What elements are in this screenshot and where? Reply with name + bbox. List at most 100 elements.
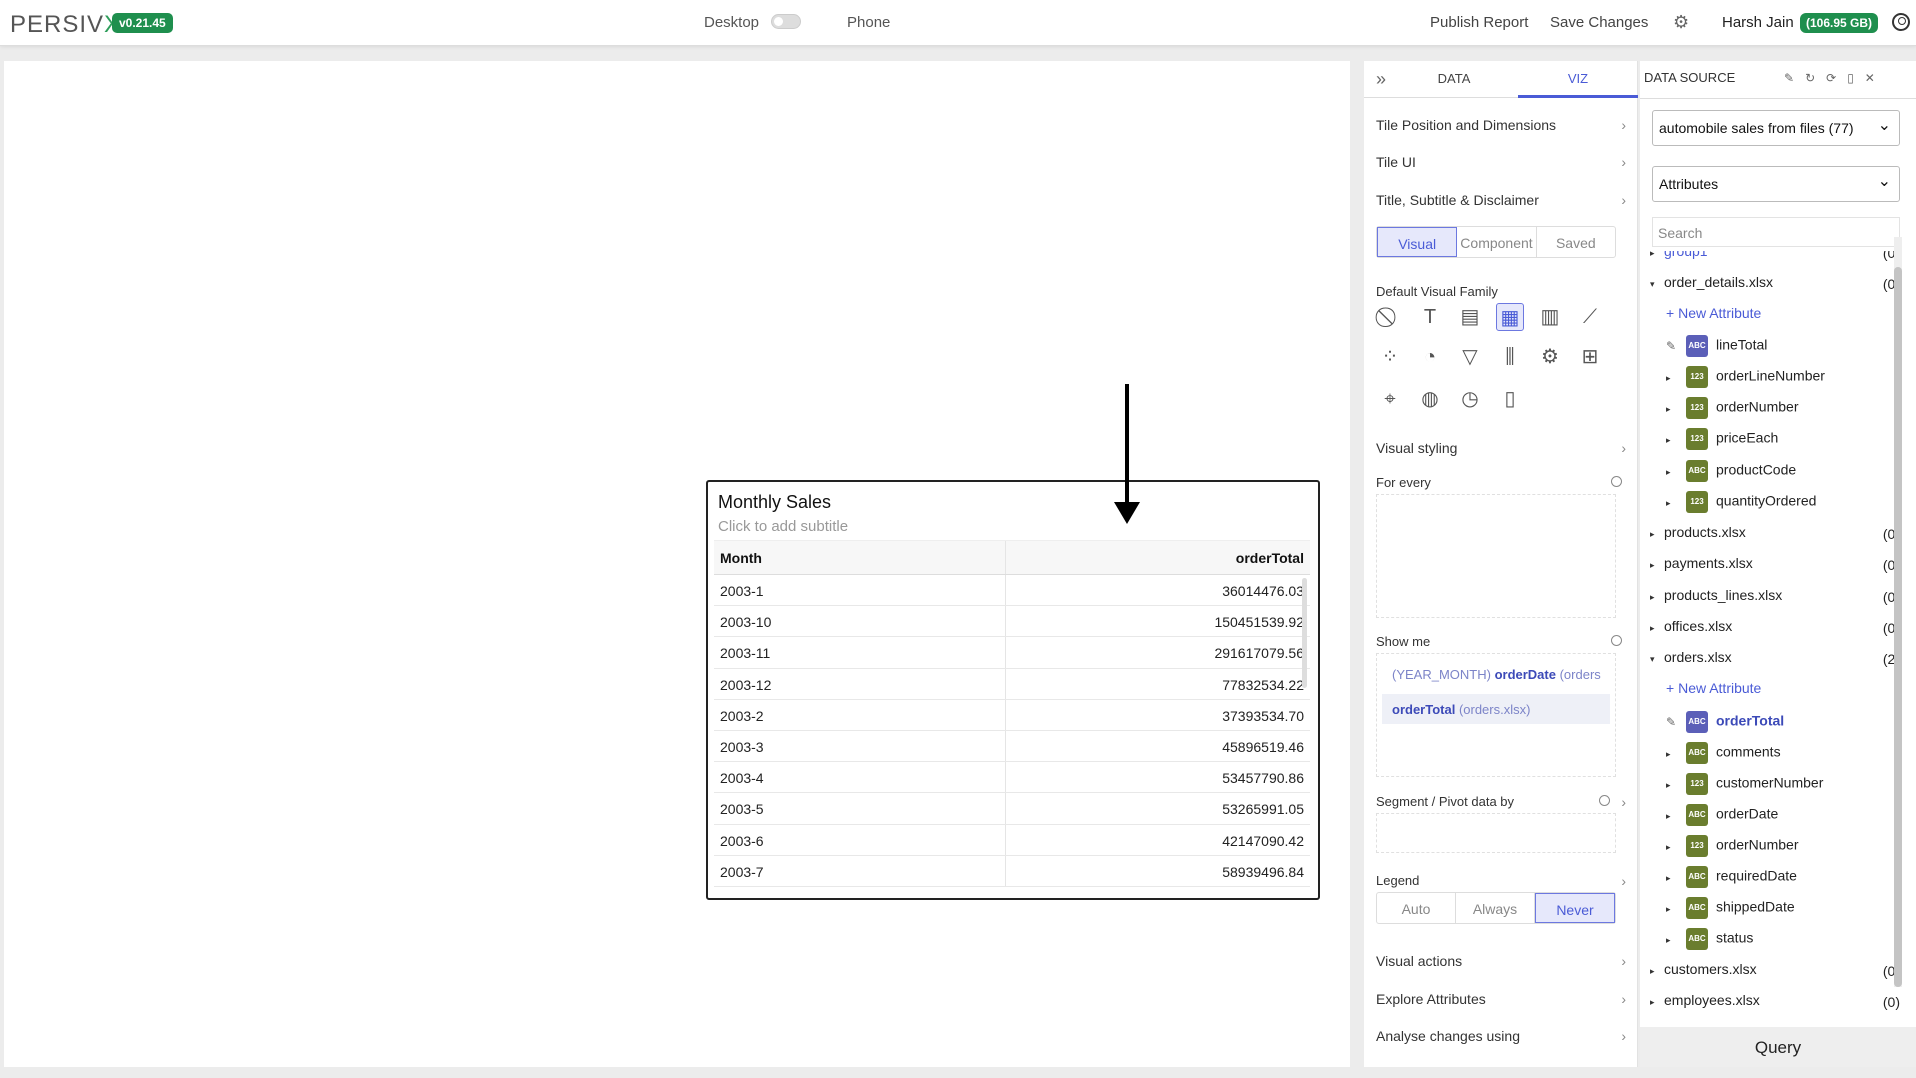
tile-ui-row[interactable]: Tile UI ›	[1376, 154, 1626, 170]
phone-mode-label[interactable]: Phone	[847, 14, 890, 31]
dashboard-grid-icon[interactable]: ⊞	[1576, 343, 1604, 371]
table-row: 2003-6 42147090.42	[714, 824, 1310, 856]
new-file-icon[interactable]: ▯	[1847, 71, 1865, 85]
attribute-customernumber[interactable]: ▸ 123 customerNumber	[1666, 773, 1900, 795]
sync-icon[interactable]: ⟳	[1826, 71, 1847, 85]
legend-never[interactable]: Never	[1535, 893, 1615, 923]
tab-data[interactable]: DATA	[1404, 61, 1504, 98]
edit-icon[interactable]: ✎	[1784, 71, 1805, 85]
attribute-search-input[interactable]: Search	[1652, 217, 1900, 247]
collapse-panel-icon[interactable]: »	[1376, 69, 1386, 90]
ordertotal-cell: 36014476.03	[1222, 583, 1304, 599]
segment-visual[interactable]: Visual	[1377, 227, 1458, 257]
settings-gear-icon[interactable]: ⚙	[1673, 12, 1689, 33]
tree-file-offices[interactable]: ▸ offices.xlsx (0)	[1650, 618, 1900, 640]
globe-icon[interactable]: ◍	[1416, 385, 1444, 413]
segment-pivot-row[interactable]: Segment / Pivot data by ›	[1376, 794, 1626, 810]
attribute-orderdate[interactable]: ▸ ABC orderDate	[1666, 804, 1900, 826]
card-visual-icon[interactable]: ▤	[1456, 303, 1484, 331]
tile-title[interactable]: Monthly Sales	[718, 492, 831, 513]
show-me-field-ordertotal[interactable]: orderTotal (orders.xlsx)	[1382, 694, 1610, 724]
segment-saved[interactable]: Saved	[1537, 227, 1615, 257]
tree-file-products[interactable]: ▸ products.xlsx (0)	[1650, 524, 1900, 546]
reset-icon[interactable]	[1611, 635, 1622, 646]
none-visual-icon[interactable]: ⃠	[1376, 303, 1404, 331]
legend-auto[interactable]: Auto	[1377, 893, 1456, 923]
refresh-icon[interactable]: ↻	[1805, 71, 1826, 85]
visual-styling-row[interactable]: Visual styling ›	[1376, 440, 1626, 456]
query-button[interactable]: Query	[1640, 1027, 1916, 1067]
ordertotal-cell: 150451539.92	[1214, 614, 1304, 631]
explore-attributes-row[interactable]: Explore Attributes ›	[1376, 991, 1626, 1007]
attribute-linetotal[interactable]: ✎ ABC lineTotal	[1666, 335, 1900, 357]
close-panel-icon[interactable]: ✕	[1865, 71, 1886, 85]
data-source-header: DATA SOURCE	[1644, 70, 1736, 85]
attribute-status[interactable]: ▸ ABC status	[1666, 928, 1900, 950]
save-changes-button[interactable]: Save Changes	[1550, 14, 1648, 31]
monthly-sales-tile[interactable]: Monthly Sales Click to add subtitle Mont…	[706, 480, 1320, 900]
month-cell: 2003-2	[714, 699, 1006, 730]
attribute-requireddate[interactable]: ▸ ABC requiredDate	[1666, 866, 1900, 888]
legend-always[interactable]: Always	[1456, 893, 1535, 923]
account-icon[interactable]	[1892, 13, 1910, 31]
reset-icon[interactable]	[1599, 795, 1610, 806]
tree-file-products-lines[interactable]: ▸ products_lines.xlsx (0)	[1650, 587, 1900, 609]
tree-file-customers[interactable]: ▸ customers.xlsx (0)	[1650, 961, 1900, 983]
segment-dropzone[interactable]	[1376, 813, 1616, 853]
pencil-icon[interactable]: ✎	[1666, 715, 1686, 729]
show-me-field-orderdate[interactable]: (YEAR_MONTH) orderDate (orders	[1382, 659, 1610, 689]
pencil-icon[interactable]: ✎	[1666, 339, 1686, 353]
table-scrollbar[interactable]	[1302, 578, 1307, 688]
analyse-changes-row[interactable]: Analyse changes using ›	[1376, 1028, 1626, 1044]
attribute-orderlinenumber[interactable]: ▸ 123 orderLineNumber	[1666, 366, 1900, 388]
column-header-month[interactable]: Month	[714, 541, 1006, 574]
scatter-chart-icon[interactable]: ⁘	[1376, 343, 1404, 371]
tile-subtitle[interactable]: Click to add subtitle	[718, 518, 848, 535]
new-attribute-link[interactable]: + New Attribute	[1666, 305, 1900, 327]
pie-chart-icon[interactable]: ◔	[1416, 343, 1444, 371]
month-cell: 2003-5	[714, 793, 1006, 824]
chevron-right-icon: ›	[1621, 794, 1626, 810]
attribute-quantityordered[interactable]: ▸ 123 quantityOrdered	[1666, 491, 1900, 513]
device-mode-toggle[interactable]	[771, 14, 801, 29]
line-chart-icon[interactable]: ⟋	[1576, 303, 1604, 331]
tree-group[interactable]: ▸ group1 (0)	[1650, 251, 1900, 265]
bar-chart-icon[interactable]: ▥	[1536, 303, 1564, 331]
chevron-right-icon: ›	[1621, 991, 1626, 1007]
tree-file-orders[interactable]: ▾ orders.xlsx (2)	[1650, 649, 1900, 671]
table-visual-icon[interactable]: ▦	[1496, 303, 1524, 331]
attribute-tree-scrollbar[interactable]	[1894, 237, 1902, 987]
attribute-shippeddate[interactable]: ▸ ABC shippedDate	[1666, 897, 1900, 919]
attribute-priceeach[interactable]: ▸ 123 priceEach	[1666, 428, 1900, 450]
attribute-productcode[interactable]: ▸ ABC productCode	[1666, 460, 1900, 482]
tile-position-row[interactable]: Tile Position and Dimensions ›	[1376, 117, 1626, 133]
publish-report-button[interactable]: Publish Report	[1430, 14, 1528, 31]
for-every-dropzone[interactable]	[1376, 494, 1616, 618]
attribute-ordernumber[interactable]: ▸ 123 orderNumber	[1666, 835, 1900, 857]
title-subtitle-row[interactable]: Title, Subtitle & Disclaimer ›	[1376, 192, 1626, 208]
column-header-ordertotal[interactable]: orderTotal	[1006, 541, 1310, 574]
tree-file-payments[interactable]: ▸ payments.xlsx (0)	[1650, 555, 1900, 577]
reset-icon[interactable]	[1611, 476, 1622, 487]
candlestick-chart-icon[interactable]: ⫼	[1496, 343, 1524, 371]
tab-viz[interactable]: VIZ	[1518, 61, 1638, 98]
tree-file-employees[interactable]: ▸ employees.xlsx (0)	[1650, 992, 1900, 1013]
legend-row[interactable]: Legend ›	[1376, 873, 1626, 889]
new-attribute-link[interactable]: + New Attribute	[1666, 680, 1900, 702]
map-icon[interactable]: ⌖	[1376, 385, 1404, 413]
attribute-comments[interactable]: ▸ ABC comments	[1666, 742, 1900, 764]
gauge-icon[interactable]: ◷	[1456, 385, 1484, 413]
visual-actions-row[interactable]: Visual actions ›	[1376, 953, 1626, 969]
attribute-ordertotal[interactable]: ✎ ABC orderTotal	[1666, 711, 1900, 733]
segment-component[interactable]: Component	[1457, 227, 1537, 257]
attribute-type-select[interactable]: Attributes	[1652, 166, 1900, 202]
funnel-chart-icon[interactable]: ▽	[1456, 343, 1484, 371]
custom-gear-icon[interactable]: ⚙	[1536, 343, 1564, 371]
text-visual-icon[interactable]: T	[1416, 303, 1444, 331]
tree-file-order-details[interactable]: ▾ order_details.xlsx (0)	[1650, 274, 1900, 296]
js-file-icon[interactable]: ▯	[1496, 385, 1524, 413]
data-source-select[interactable]: automobile sales from files (77)	[1652, 110, 1900, 146]
attribute-ordernumber[interactable]: ▸ 123 orderNumber	[1666, 397, 1900, 419]
user-name[interactable]: Harsh Jain	[1722, 14, 1794, 31]
desktop-mode-label[interactable]: Desktop	[704, 14, 759, 31]
